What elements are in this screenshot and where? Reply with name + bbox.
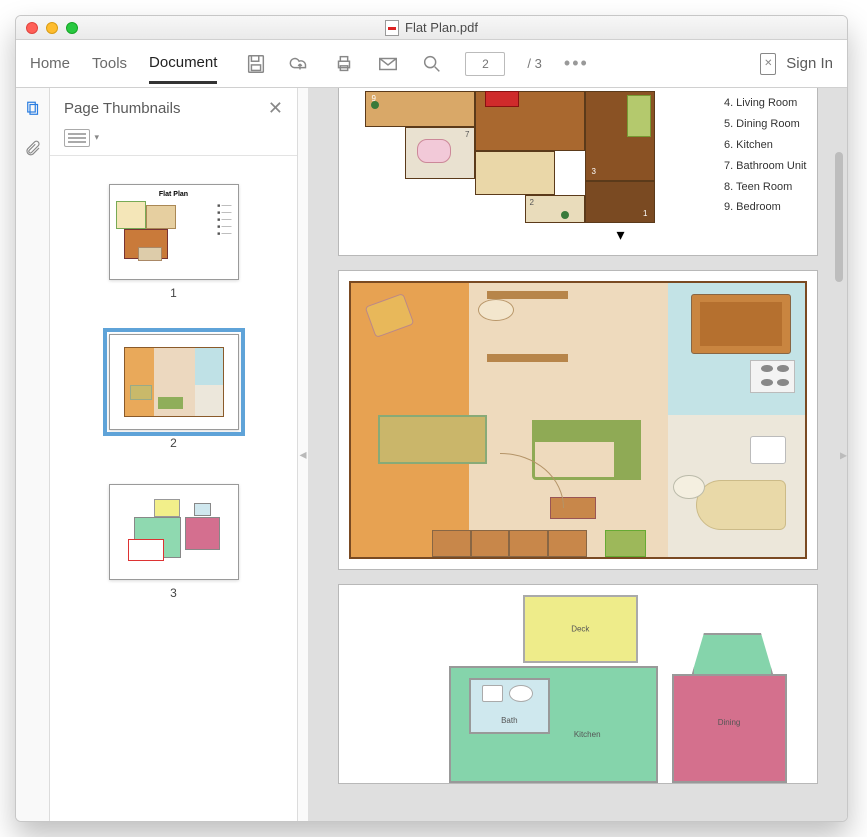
dining-label: Dining [718, 718, 741, 727]
app-window: Flat Plan.pdf Home Tools Document / 3 [15, 15, 848, 822]
thumb-label-3: 3 [170, 586, 177, 600]
thumbnails-rail-icon[interactable] [24, 100, 42, 123]
thumb-label-1: 1 [170, 286, 177, 300]
title-text: Flat Plan.pdf [405, 20, 478, 35]
toolbar: Home Tools Document / 3 ••• ✕ [16, 40, 847, 88]
search-icon[interactable] [421, 53, 443, 75]
cloud-upload-icon[interactable] [289, 53, 311, 75]
more-tools-button[interactable]: ••• [564, 53, 589, 74]
scrollbar-thumb[interactable] [835, 152, 843, 282]
window-title: Flat Plan.pdf [16, 20, 847, 36]
attachments-rail-icon[interactable] [24, 139, 42, 162]
page-number-input[interactable] [465, 52, 505, 76]
zoom-window-button[interactable] [66, 22, 78, 34]
pdf-file-icon [385, 20, 399, 36]
deck-label: Deck [571, 624, 589, 633]
page-2-preview [338, 270, 818, 570]
page-1-preview: 4. Living Room 5. Dining Room 6. Kitchen… [338, 88, 818, 256]
tab-document[interactable]: Document [149, 54, 217, 84]
legend-4: 4. Living Room [724, 93, 807, 114]
minimize-window-button[interactable] [46, 22, 58, 34]
thumbnails-panel: Page Thumbnails ✕ Flat Plan [50, 88, 298, 821]
legend-6: 6. Kitchen [724, 135, 807, 156]
bath-label: Bath [501, 716, 517, 725]
legend-5: 5. Dining Room [724, 114, 807, 135]
page-3-preview: Deck Kitchen Bath Dining [338, 584, 818, 784]
floorplan-1: 9 3 7 2 1 ▾ [345, 91, 667, 249]
legend-8: 8. Teen Room [724, 177, 807, 198]
thumbnail-1[interactable]: Flat Plan ■ ——■ ——■ ——■ ——■ —— 1 [109, 184, 239, 300]
floorplan-2 [349, 281, 807, 559]
document-viewer[interactable]: 4. Living Room 5. Dining Room 6. Kitchen… [308, 88, 847, 821]
thumbnail-options-button[interactable] [64, 129, 90, 147]
mobile-link-icon[interactable]: ✕ [760, 53, 776, 75]
close-window-button[interactable] [26, 22, 38, 34]
thumbnail-list: Flat Plan ■ ——■ ——■ ——■ ——■ —— 1 [50, 156, 297, 821]
legend-7: 7. Bathroom Unit [724, 156, 807, 177]
collapse-sidebar-button[interactable]: ◂ [298, 88, 308, 821]
collapse-tools-button[interactable]: ▸ [840, 446, 847, 463]
thumbnail-3[interactable]: 3 [109, 484, 239, 600]
tab-tools[interactable]: Tools [92, 55, 127, 72]
print-icon[interactable] [333, 53, 355, 75]
titlebar: Flat Plan.pdf [16, 16, 847, 40]
sign-in-button[interactable]: Sign In [786, 55, 833, 72]
email-icon[interactable] [377, 53, 399, 75]
page-total-label: / 3 [527, 56, 541, 71]
kitchen-label: Kitchen [574, 730, 601, 739]
save-icon[interactable] [245, 53, 267, 75]
thumb1-title: Flat Plan [159, 191, 188, 198]
floorplan-3: Deck Kitchen Bath Dining [449, 595, 787, 783]
tab-home[interactable]: Home [30, 55, 70, 72]
thumbnail-2[interactable]: 2 [109, 334, 239, 450]
panel-title: Page Thumbnails [64, 100, 180, 117]
window-controls [16, 22, 78, 34]
room-legend: 4. Living Room 5. Dining Room 6. Kitchen… [724, 93, 807, 218]
content-area: Page Thumbnails ✕ Flat Plan [16, 88, 847, 821]
legend-9: 9. Bedroom [724, 197, 807, 218]
thumb-label-2: 2 [170, 436, 177, 450]
left-rail [16, 88, 50, 821]
close-panel-button[interactable]: ✕ [268, 98, 283, 119]
